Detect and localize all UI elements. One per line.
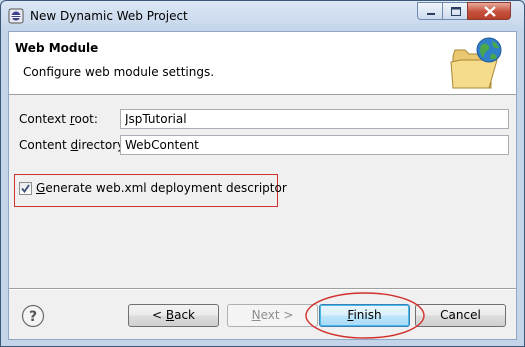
title-bar[interactable]: New Dynamic Web Project bbox=[1, 1, 524, 30]
page-title: Web Module bbox=[15, 41, 99, 55]
eclipse-app-icon[interactable] bbox=[8, 8, 24, 24]
folder-globe-icon bbox=[450, 37, 502, 89]
back-button[interactable]: < Back bbox=[128, 304, 219, 327]
maximize-icon bbox=[451, 7, 461, 16]
minimize-button[interactable] bbox=[417, 2, 443, 20]
content-directory-label: Content directory: bbox=[19, 138, 128, 152]
annotation-highlight-ellipse bbox=[305, 292, 425, 339]
close-icon bbox=[484, 6, 496, 17]
maximize-button[interactable] bbox=[442, 2, 468, 20]
wizard-banner: Web Module Configure web module settings… bbox=[9, 32, 516, 95]
dialog-client-area: Web Module Configure web module settings… bbox=[8, 31, 517, 340]
help-icon[interactable]: ? bbox=[21, 304, 45, 328]
svg-text:?: ? bbox=[29, 309, 37, 325]
close-button[interactable] bbox=[467, 2, 511, 20]
page-description: Configure web module settings. bbox=[23, 65, 215, 79]
window-title: New Dynamic Web Project bbox=[30, 9, 188, 23]
dialog-window: New Dynamic Web Project Web Module Confi… bbox=[0, 0, 525, 347]
generate-descriptor-checkbox[interactable] bbox=[19, 182, 32, 195]
button-bar-separator bbox=[9, 288, 516, 290]
context-root-input[interactable] bbox=[120, 109, 509, 129]
context-root-label: Context root: bbox=[19, 112, 98, 126]
checkmark-icon bbox=[21, 184, 30, 193]
generate-descriptor-label[interactable]: Generate web.xml deployment descriptor bbox=[36, 181, 287, 195]
minimize-icon bbox=[427, 13, 435, 15]
content-directory-input[interactable] bbox=[120, 135, 509, 155]
cancel-button[interactable]: Cancel bbox=[415, 304, 506, 327]
